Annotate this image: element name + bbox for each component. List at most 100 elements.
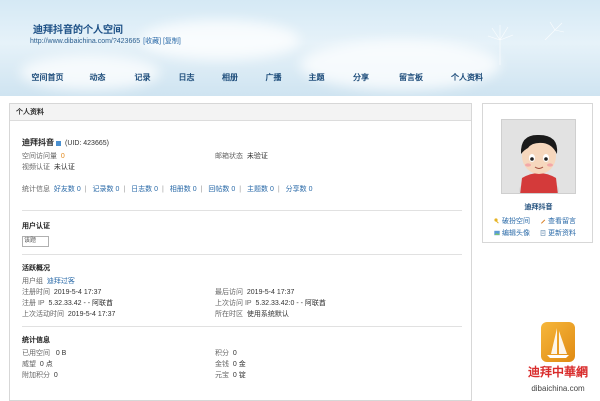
points-label: 积分: [215, 350, 229, 357]
video-value: 未认证: [53, 164, 75, 171]
group-label: 用户组: [22, 278, 43, 285]
panel-title: 个人资料: [10, 104, 471, 121]
nav-topics[interactable]: 主题: [295, 70, 338, 86]
dandelion-decoration: [487, 21, 565, 65]
nav-profile[interactable]: 个人资料: [438, 70, 496, 86]
yuanbao-label: 元宝: [215, 372, 229, 379]
active-title: 活跃概况: [22, 265, 50, 272]
reg-ip-label: 注册 IP: [22, 300, 45, 307]
watermark-en: dibaichina.com: [531, 384, 585, 393]
money-row: 金钱 0 金: [215, 359, 246, 369]
pencil-icon: [541, 219, 546, 224]
shares-count-link[interactable]: 分享数 0: [286, 186, 313, 193]
nav-feed[interactable]: 动态: [75, 70, 120, 86]
points-value: 0: [232, 350, 237, 357]
records-count-link[interactable]: 记录数 0: [93, 186, 120, 193]
last-active-label: 上次活动时间: [22, 311, 64, 318]
last-ip-value: 5.32.33.42:0 - - 阿联酋: [255, 300, 326, 307]
prestige-label: 威望: [22, 361, 36, 368]
points-row: 积分 0: [215, 348, 237, 358]
albums-count-link[interactable]: 相册数 0: [170, 186, 197, 193]
user-header: 迪拜抖音 (UID: 423665): [22, 137, 109, 148]
visits-value: 0: [60, 153, 65, 160]
space-used-row: 已用空间 0 B: [22, 348, 66, 358]
extra-points-value: 0: [53, 372, 58, 379]
visits-label: 空间访问量: [22, 153, 57, 160]
site-watermark: 迪拜中華網 dibaichina.com: [516, 322, 600, 401]
space-title: 迪拜抖音的个人空间: [33, 25, 123, 36]
last-visit-label: 最后访问: [215, 289, 243, 296]
sidebar-username: 迪拜抖音: [524, 204, 553, 211]
profile-sidebar: 迪拜抖音 破扮空间 查看留言 编辑头像 更新资料: [482, 103, 593, 243]
reg-time-label: 注册时间: [22, 289, 50, 296]
watermark-logo: [541, 322, 575, 362]
video-row: 视频认证 未认证: [22, 162, 75, 172]
topics-count-link[interactable]: 主题数 0: [247, 186, 274, 193]
document-icon: [540, 230, 546, 236]
money-label: 金钱: [215, 361, 229, 368]
header-banner: 迪拜抖音的个人空间 http://www.dibaichina.com/?423…: [0, 0, 600, 96]
online-status-icon: [56, 140, 61, 146]
stats-row: 统计信息 好友数 0 | 记录数 0 | 日志数 0 | 相册数 0 | 回帖数 0 | …: [22, 186, 313, 193]
update-profile-link[interactable]: 更新资料: [540, 228, 576, 238]
nav-guestbook[interactable]: 留言板: [384, 70, 438, 86]
extra-points-row: 附加积分 0: [22, 370, 58, 380]
profile-panel: 个人资料 迪拜抖音 (UID: 423665) 空间访问量 0 邮箱状态 未验证 …: [9, 103, 472, 401]
friends-count-link[interactable]: 好友数 0: [54, 186, 81, 193]
nav-records[interactable]: 记录: [120, 70, 165, 86]
nav-share[interactable]: 分享: [338, 70, 384, 86]
username: 迪拜抖音: [22, 138, 54, 147]
space-url: http://www.dibaichina.com/?423665 [收藏] [复…: [30, 36, 181, 46]
replies-count-link[interactable]: 回帖数 0: [208, 186, 235, 193]
visits-row: 空间访问量 0: [22, 151, 65, 161]
watermark-cn: 迪拜中華網: [527, 365, 588, 379]
yuanbao-value: 0 锭: [232, 372, 246, 379]
group-link[interactable]: 迪拜过客: [47, 278, 75, 285]
nav-home[interactable]: 空间首页: [20, 70, 75, 86]
space-used-value: 0 B: [55, 350, 67, 357]
last-visit-value: 2019-5-4 17:37: [246, 289, 295, 296]
sail-logo-icon: [547, 328, 569, 358]
divider: [22, 254, 462, 255]
bookmark-link[interactable]: [收藏]: [143, 38, 161, 45]
main-nav: 空间首页 动态 记录 日志 相册 广播 主题 分享 留言板 个人资料: [20, 70, 496, 86]
divider: [22, 210, 462, 211]
last-ip-row: 上次访问 IP 5.32.33.42:0 - - 阿联酋: [215, 298, 326, 308]
prestige-row: 威望 0 点: [22, 359, 53, 369]
last-ip-label: 上次访问 IP: [215, 300, 252, 307]
user-uid: (UID: 423665): [65, 140, 109, 147]
reg-ip-row: 注册 IP 5.32.33.42 - - 阿联酋: [22, 298, 113, 308]
key-icon: [494, 218, 499, 224]
divider: [22, 326, 462, 327]
avatar-image: [502, 120, 575, 193]
email-value: 未验证: [246, 153, 268, 160]
view-messages-label: 查看留言: [548, 218, 576, 225]
nav-broadcast[interactable]: 广播: [252, 70, 295, 86]
visit-space-link[interactable]: 破扮空间: [494, 216, 530, 226]
last-active-row: 上次活动时间 2019-5-4 17:37: [22, 309, 115, 319]
cert-image: 该题: [22, 236, 49, 247]
cert-title: 用户认证: [22, 223, 50, 230]
blogs-count-link[interactable]: 日志数 0: [131, 186, 158, 193]
video-label: 视频认证: [22, 164, 50, 171]
last-active-value: 2019-5-4 17:37: [67, 311, 116, 318]
email-label: 邮箱状态: [215, 153, 243, 160]
reg-ip-value: 5.32.33.42 - - 阿联酋: [48, 300, 114, 307]
space-url-text[interactable]: http://www.dibaichina.com/?423665: [30, 38, 140, 45]
last-visit-row: 最后访问 2019-5-4 17:37: [215, 287, 294, 297]
reg-time-row: 注册时间 2019-5-4 17:37: [22, 287, 101, 297]
timezone-row: 所在时区 使用系统默认: [215, 309, 289, 319]
nav-blog[interactable]: 日志: [165, 70, 208, 86]
nav-album[interactable]: 相册: [208, 70, 252, 86]
timezone-value: 使用系统默认: [246, 311, 289, 318]
space-used-label: 已用空间: [22, 350, 50, 357]
copy-link[interactable]: [复制]: [163, 38, 181, 45]
stats-label: 统计信息: [22, 186, 50, 193]
stat-title: 统计信息: [22, 337, 50, 344]
view-messages-link[interactable]: 查看留言: [540, 216, 576, 226]
avatar[interactable]: [501, 119, 576, 194]
edit-avatar-label: 编辑头像: [502, 230, 530, 237]
money-value: 0 金: [232, 361, 246, 368]
extra-points-label: 附加积分: [22, 372, 50, 379]
edit-avatar-link[interactable]: 编辑头像: [494, 228, 530, 238]
